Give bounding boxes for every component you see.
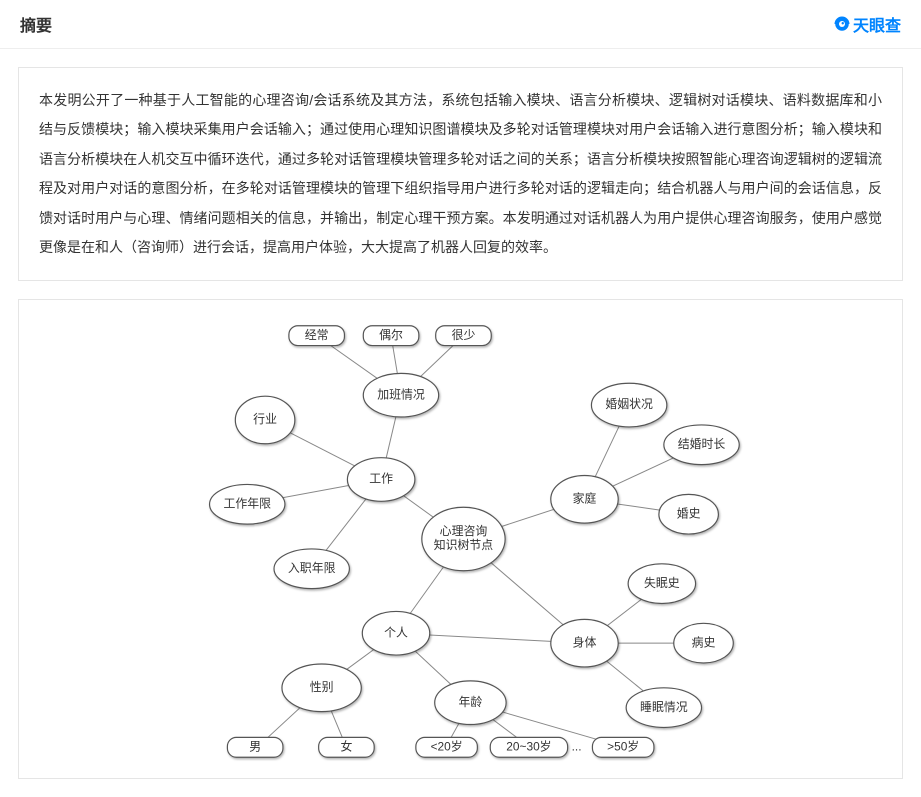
node-ellipsis: ... [572,740,582,754]
node-family: 家庭 [573,492,597,506]
brand-eye-icon [833,15,851,33]
node-industry: 行业 [253,412,277,426]
abstract-panel: 本发明公开了一种基于人工智能的心理咨询/会话系统及其方法，系统包括输入模块、语言… [18,67,903,281]
abstract-text: 本发明公开了一种基于人工智能的心理咨询/会话系统及其方法，系统包括输入模块、语言… [39,92,882,255]
node-age: 年龄 [459,695,483,709]
node-often: 经常 [305,328,329,342]
node-overtime: 加班情况 [377,388,425,402]
node-male: 男 [249,740,261,754]
node-age1: <20岁 [431,740,463,754]
brand-logo[interactable]: 天眼查 [833,12,901,36]
node-age2: 20~30岁 [506,740,551,754]
node-center-l2: 知识树节点 [434,538,494,552]
page-header: 摘要 天眼查 [0,0,921,49]
knowledge-tree-diagram: 心理咨询 知识树节点 工作 加班情况 行业 工作年限 入职年限 经常 偶尔 很少… [29,310,892,768]
node-body: 身体 [573,636,597,650]
node-marital: 婚姻状况 [605,398,653,412]
node-sometimes: 偶尔 [379,328,403,342]
diagram-panel: 心理咨询 知识树节点 工作 加班情况 行业 工作年限 入职年限 经常 偶尔 很少… [18,299,903,779]
node-age3: >50岁 [607,740,639,754]
node-insomnia: 失眠史 [644,576,680,590]
node-gender: 性别 [310,680,334,694]
node-rarely: 很少 [452,328,476,342]
node-center-l1: 心理咨询 [440,524,488,538]
node-female: 女 [340,740,352,754]
node-marriage-dur: 结婚时长 [678,437,726,451]
node-sleep: 睡眠情况 [640,700,688,714]
node-work: 工作 [369,472,393,486]
node-illness: 病史 [692,636,716,650]
section-title: 摘要 [20,12,52,36]
node-personal: 个人 [384,626,408,640]
node-entry-years: 入职年限 [288,561,336,575]
node-work-years: 工作年限 [223,497,271,511]
node-marriage-hist: 婚史 [677,507,701,521]
brand-text: 天眼查 [853,12,901,36]
